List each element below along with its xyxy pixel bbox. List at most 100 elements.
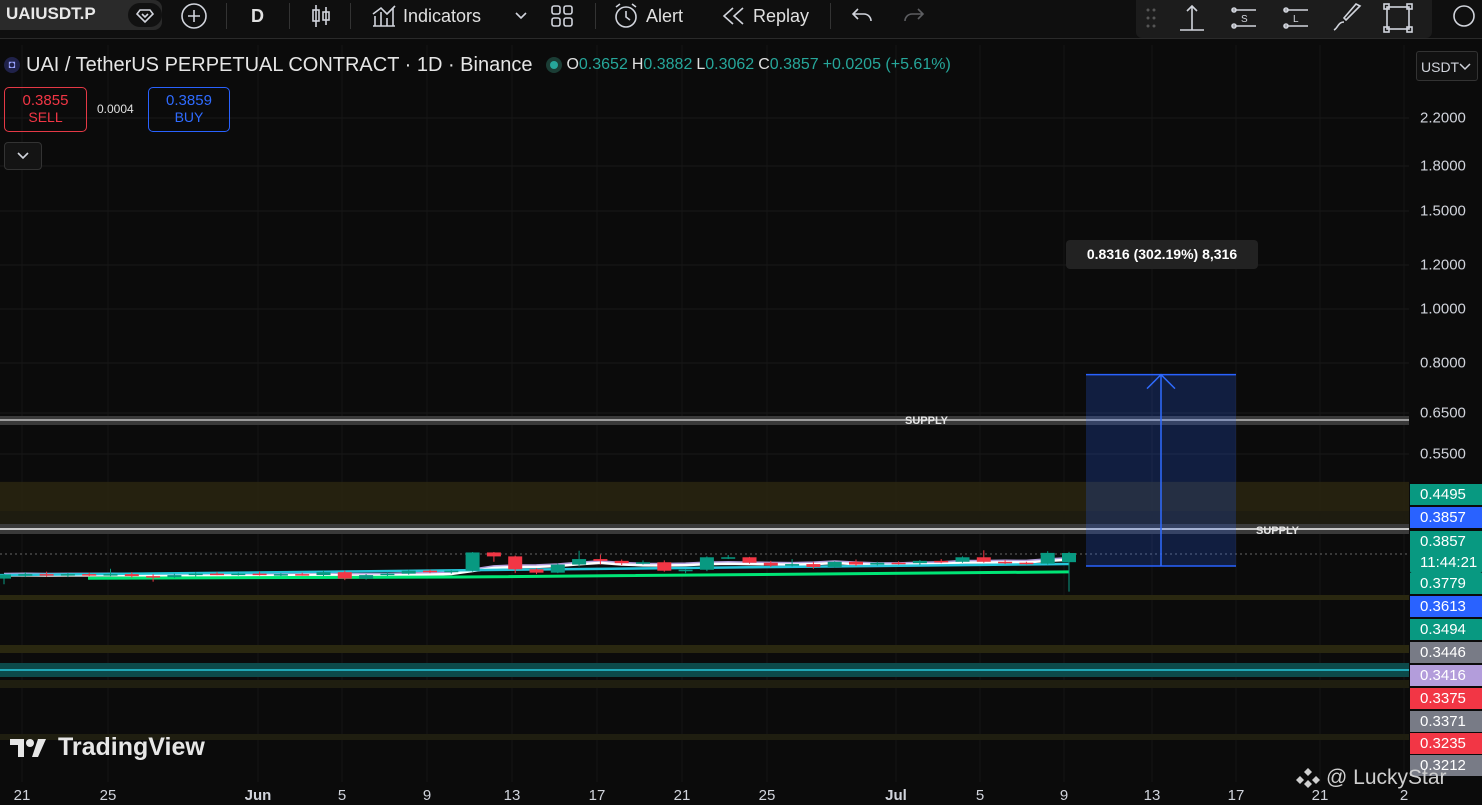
currency-label: USDT <box>1421 59 1460 75</box>
candle-body <box>1062 553 1076 563</box>
candle-body <box>593 559 608 561</box>
date-tick: 21 <box>13 787 31 804</box>
measure-tool <box>1086 373 1236 567</box>
candle-body <box>401 570 416 574</box>
candle-body <box>423 570 437 573</box>
date-tick: 5 <box>337 787 347 804</box>
market-status-icon[interactable] <box>546 57 563 73</box>
demand-zone-lower <box>0 680 1409 688</box>
time-axis[interactable]: 21 25 Jun 5 9 13 17 21 25 Jul 5 9 13 17 21 2 <box>0 782 1409 805</box>
search-button[interactable] <box>1450 0 1478 32</box>
tradingview-logo-icon <box>10 738 46 757</box>
price-tick: 1.5000 <box>1420 202 1466 220</box>
candle-body <box>955 557 970 562</box>
candle-body <box>316 572 331 576</box>
candle-body <box>82 574 97 576</box>
buy-price: 0.3859 <box>166 92 212 109</box>
supply-label-lower: SUPPLY <box>1256 525 1300 537</box>
candle-body <box>998 561 1013 564</box>
candle-body <box>273 574 288 576</box>
candles <box>0 550 1076 592</box>
currency-selector[interactable]: USDT <box>1416 51 1478 81</box>
legend-low: L0.3062 <box>696 56 755 73</box>
candle-body <box>465 552 480 571</box>
candle-body <box>18 574 33 576</box>
price-tick: 1.2000 <box>1420 256 1466 274</box>
date-tick: Jul <box>885 787 907 804</box>
price-tick: 0.5500 <box>1420 445 1466 463</box>
candle-body <box>763 562 778 566</box>
candle-body <box>912 560 927 564</box>
moving-averages <box>0 557 1070 580</box>
price-label: 0.3857 <box>1410 531 1482 552</box>
chart-legend: ◘ UAI / TetherUS PERPETUAL CONTRACT · 1D… <box>4 52 951 78</box>
candle-body <box>636 562 650 564</box>
price-label: 0.3857 <box>1410 507 1482 528</box>
candle-body <box>337 572 352 579</box>
candle-body <box>359 575 374 579</box>
price-label: 0.3235 <box>1410 733 1482 754</box>
candle-body <box>1040 552 1055 564</box>
legend-title[interactable]: UAI / TetherUS PERPETUAL CONTRACT · 1D ·… <box>26 54 532 77</box>
buy-label: BUY <box>174 109 204 125</box>
demand-zone-upper <box>0 595 1409 600</box>
legend-open: O0.3652 <box>566 56 628 73</box>
candle-body <box>231 573 246 576</box>
price-tick: 0.8000 <box>1420 354 1466 372</box>
demand-zone-mid <box>0 645 1409 653</box>
date-tick: 9 <box>1059 787 1069 804</box>
sell-price: 0.3855 <box>22 92 69 109</box>
sell-button[interactable]: 0.3855 SELL <box>4 87 87 132</box>
binance-logo-icon <box>1296 768 1320 788</box>
candle-body <box>508 556 523 570</box>
spread-value: 0.0004 <box>97 102 134 116</box>
price-label: 0.3613 <box>1410 596 1482 617</box>
candle-body <box>252 573 267 576</box>
legend-close: C0.3857 <box>758 56 819 73</box>
price-label: 0.3416 <box>1410 665 1482 686</box>
supply-label-upper: SUPPLY <box>905 415 949 427</box>
date-tick: 17 <box>588 787 606 804</box>
price-label: 0.3779 <box>1410 573 1482 594</box>
candle-body <box>572 559 587 565</box>
candle-body <box>657 562 672 571</box>
candle-body <box>0 574 11 579</box>
date-tick: 13 <box>1143 787 1161 804</box>
candle-body <box>39 574 54 576</box>
search-icon <box>1453 5 1475 27</box>
candle-body <box>721 557 736 559</box>
candle-body <box>167 575 182 578</box>
date-tick: 21 <box>673 787 691 804</box>
price-label: 0.3371 <box>1410 711 1482 732</box>
candle-body <box>124 574 139 577</box>
buy-button[interactable]: 0.3859 BUY <box>148 87 230 132</box>
candle-body <box>827 561 842 567</box>
chevron-down-icon <box>1459 63 1471 71</box>
date-tick: 17 <box>1227 787 1245 804</box>
date-tick: 13 <box>503 787 521 804</box>
candle-body <box>785 564 800 566</box>
candle-body <box>60 574 75 576</box>
legend-high: H0.3882 <box>631 56 693 73</box>
candle-body <box>146 576 161 578</box>
tradingview-logo: TradingView <box>8 733 205 762</box>
sell-label: SELL <box>28 109 63 125</box>
price-tick: 1.8000 <box>1420 157 1466 175</box>
date-tick: 25 <box>99 787 117 804</box>
candle-body <box>891 562 906 565</box>
candle-body <box>976 557 991 562</box>
candle-body <box>444 570 459 573</box>
candle-body <box>1019 562 1034 565</box>
candle-body <box>614 560 629 564</box>
candle-body <box>849 561 863 565</box>
candle-body <box>699 557 714 570</box>
candle-body <box>210 573 224 576</box>
legend-change: +0.0205 (+5.61%) <box>822 56 951 73</box>
collapse-button[interactable] <box>4 142 42 170</box>
price-label: 0.4495 <box>1410 484 1482 505</box>
candle-body <box>103 574 118 576</box>
candle-body <box>188 573 203 576</box>
candle-body <box>295 574 310 576</box>
date-tick: 25 <box>758 787 776 804</box>
candle-body <box>380 573 395 576</box>
